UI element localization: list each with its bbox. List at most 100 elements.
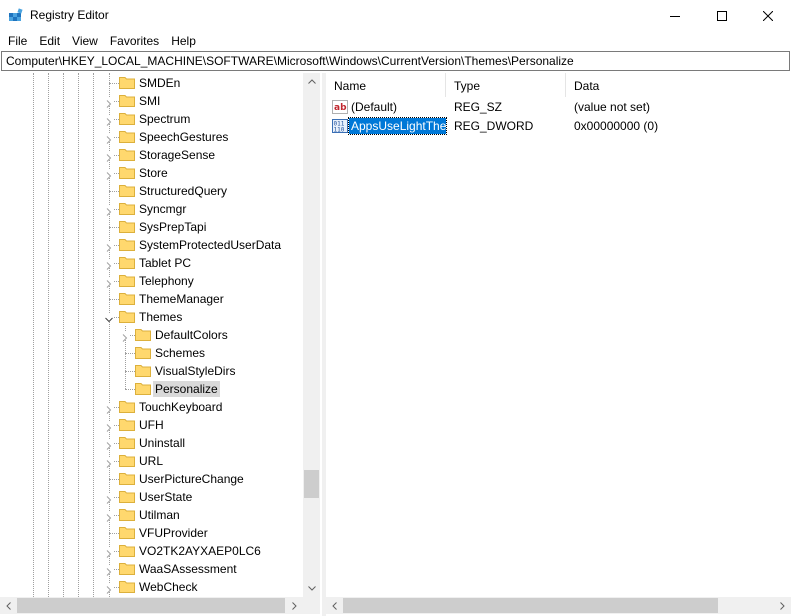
tree-item-userpicturechange[interactable]: UserPictureChange	[0, 470, 305, 488]
tree-item-url[interactable]: URL	[0, 452, 305, 470]
tree-item-utilman[interactable]: Utilman	[0, 506, 305, 524]
value-row-appsuselighttheme[interactable]: 011 110 AppsUseLightTheme REG_DWORD 0x00…	[326, 117, 791, 136]
tree-item-webcheck[interactable]: WebCheck	[0, 578, 305, 596]
tree-item-thememanager[interactable]: ThemeManager	[0, 290, 305, 308]
tree-guide-line	[125, 371, 135, 372]
tree-item-systemprotecteduserdata[interactable]: SystemProtectedUserData	[0, 236, 305, 254]
scroll-up-icon[interactable]	[303, 73, 320, 90]
scroll-down-icon[interactable]	[303, 580, 320, 597]
tree-item-label: StructuredQuery	[139, 184, 228, 198]
tree-item-tablet-pc[interactable]: Tablet PC	[0, 254, 305, 272]
tree-guide-line	[109, 83, 119, 84]
menu-edit[interactable]: Edit	[33, 31, 66, 51]
chevron-right-icon[interactable]	[105, 403, 113, 414]
tree-item-label: SpeechGestures	[139, 130, 229, 144]
key-tree: SMDEn SMI Spectrum SpeechGestures StorageSen…	[0, 73, 322, 616]
window-title: Registry Editor	[30, 8, 109, 22]
tree-item-defaultcolors[interactable]: DefaultColors	[0, 326, 305, 344]
tree-item-visualstyledirs[interactable]: VisualStyleDirs	[0, 362, 305, 380]
menu-help[interactable]: Help	[165, 31, 202, 51]
tree-vertical-scroll-thumb[interactable]	[304, 470, 319, 498]
chevron-right-icon[interactable]	[105, 259, 113, 270]
tree-item-label: SystemProtectedUserData	[139, 238, 282, 252]
tree-item-label: URL	[139, 454, 164, 468]
tree-item-store[interactable]: Store	[0, 164, 305, 182]
value-row-default[interactable]: ab (Default) REG_SZ (value not set)	[326, 98, 791, 117]
tree-item-waasassessment[interactable]: WaaSAssessment	[0, 560, 305, 578]
list-horizontal-scrollbar[interactable]	[326, 597, 791, 614]
folder-icon	[135, 345, 151, 359]
tree-item-smi[interactable]: SMI	[0, 92, 305, 110]
tree-item-speechgestures[interactable]: SpeechGestures	[0, 128, 305, 146]
tree-item-label: Personalize	[153, 381, 220, 397]
tree-item-label: DefaultColors	[155, 328, 228, 342]
scroll-left-icon[interactable]	[326, 597, 343, 614]
tree-item-spectrum[interactable]: Spectrum	[0, 110, 305, 128]
chevron-right-icon[interactable]	[105, 169, 113, 180]
tree-guide-line	[109, 299, 119, 300]
tree-item-touchkeyboard[interactable]: TouchKeyboard	[0, 398, 305, 416]
column-header-name[interactable]: Name	[326, 73, 446, 97]
chevron-down-icon[interactable]	[105, 313, 113, 323]
minimize-button[interactable]	[652, 0, 698, 31]
scroll-left-icon[interactable]	[0, 597, 17, 614]
chevron-right-icon[interactable]	[121, 331, 129, 342]
tree-item-syncmgr[interactable]: Syncmgr	[0, 200, 305, 218]
chevron-right-icon[interactable]	[105, 151, 113, 162]
maximize-button[interactable]	[699, 0, 745, 31]
close-icon	[763, 10, 773, 21]
chevron-right-icon[interactable]	[105, 583, 113, 594]
tree-vertical-scrollbar[interactable]	[303, 73, 320, 597]
folder-icon	[119, 507, 135, 521]
chevron-right-icon[interactable]	[105, 241, 113, 252]
scroll-right-icon[interactable]	[774, 597, 791, 614]
tree-item-uninstall[interactable]: Uninstall	[0, 434, 305, 452]
folder-icon	[119, 129, 135, 143]
tree-item-structuredquery[interactable]: StructuredQuery	[0, 182, 305, 200]
folder-icon	[119, 435, 135, 449]
tree-item-schemes[interactable]: Schemes	[0, 344, 305, 362]
chevron-right-icon[interactable]	[105, 439, 113, 450]
chevron-right-icon[interactable]	[105, 547, 113, 558]
menu-favorites[interactable]: Favorites	[104, 31, 165, 51]
tree-horizontal-scroll-thumb[interactable]	[17, 598, 285, 613]
chevron-right-icon[interactable]	[105, 511, 113, 522]
column-header-type[interactable]: Type	[446, 73, 566, 97]
tree-item-label: SMDEn	[139, 76, 181, 90]
tree-item-storagesense[interactable]: StorageSense	[0, 146, 305, 164]
column-header-data[interactable]: Data	[566, 73, 791, 97]
tree-item-personalize[interactable]: Personalize	[0, 380, 305, 398]
tree-item-syspreptapi[interactable]: SysPrepTapi	[0, 218, 305, 236]
tree-item-themes[interactable]: Themes	[0, 308, 305, 326]
tree-item-telephony[interactable]: Telephony	[0, 272, 305, 290]
chevron-right-icon[interactable]	[105, 115, 113, 126]
tree-guide-line	[109, 227, 119, 228]
chevron-right-icon[interactable]	[105, 565, 113, 576]
menu-file[interactable]: File	[2, 31, 33, 51]
chevron-right-icon[interactable]	[105, 133, 113, 144]
tree-horizontal-scrollbar[interactable]	[0, 597, 320, 614]
tree-item-vfuprovider[interactable]: VFUProvider	[0, 524, 305, 542]
chevron-right-icon[interactable]	[105, 97, 113, 108]
folder-icon	[119, 273, 135, 287]
chevron-right-icon[interactable]	[105, 205, 113, 216]
tree-item-ufh[interactable]: UFH	[0, 416, 305, 434]
tree-item-label: VO2TK2AYXAEP0LC6	[139, 544, 261, 558]
list-horizontal-scroll-thumb[interactable]	[343, 598, 718, 613]
chevron-right-icon[interactable]	[105, 457, 113, 468]
tree-item-smden[interactable]: SMDEn	[0, 74, 305, 92]
address-bar[interactable]: Computer\HKEY_LOCAL_MACHINE\SOFTWARE\Mic…	[1, 51, 790, 71]
chevron-right-icon[interactable]	[105, 493, 113, 504]
tree-item-userstate[interactable]: UserState	[0, 488, 305, 506]
chevron-right-icon[interactable]	[105, 421, 113, 432]
tree-item-label: TouchKeyboard	[139, 400, 223, 414]
tree-item-label: UserPictureChange	[139, 472, 244, 486]
tree-item-vo2tk2ayxaep0lc6[interactable]: VO2TK2AYXAEP0LC6	[0, 542, 305, 560]
chevron-right-icon[interactable]	[105, 277, 113, 288]
menu-view[interactable]: View	[66, 31, 104, 51]
close-button[interactable]	[745, 0, 791, 31]
folder-icon	[119, 183, 135, 197]
tree-item-label: Spectrum	[139, 112, 191, 126]
folder-icon	[119, 543, 135, 557]
scroll-right-icon[interactable]	[286, 597, 303, 614]
